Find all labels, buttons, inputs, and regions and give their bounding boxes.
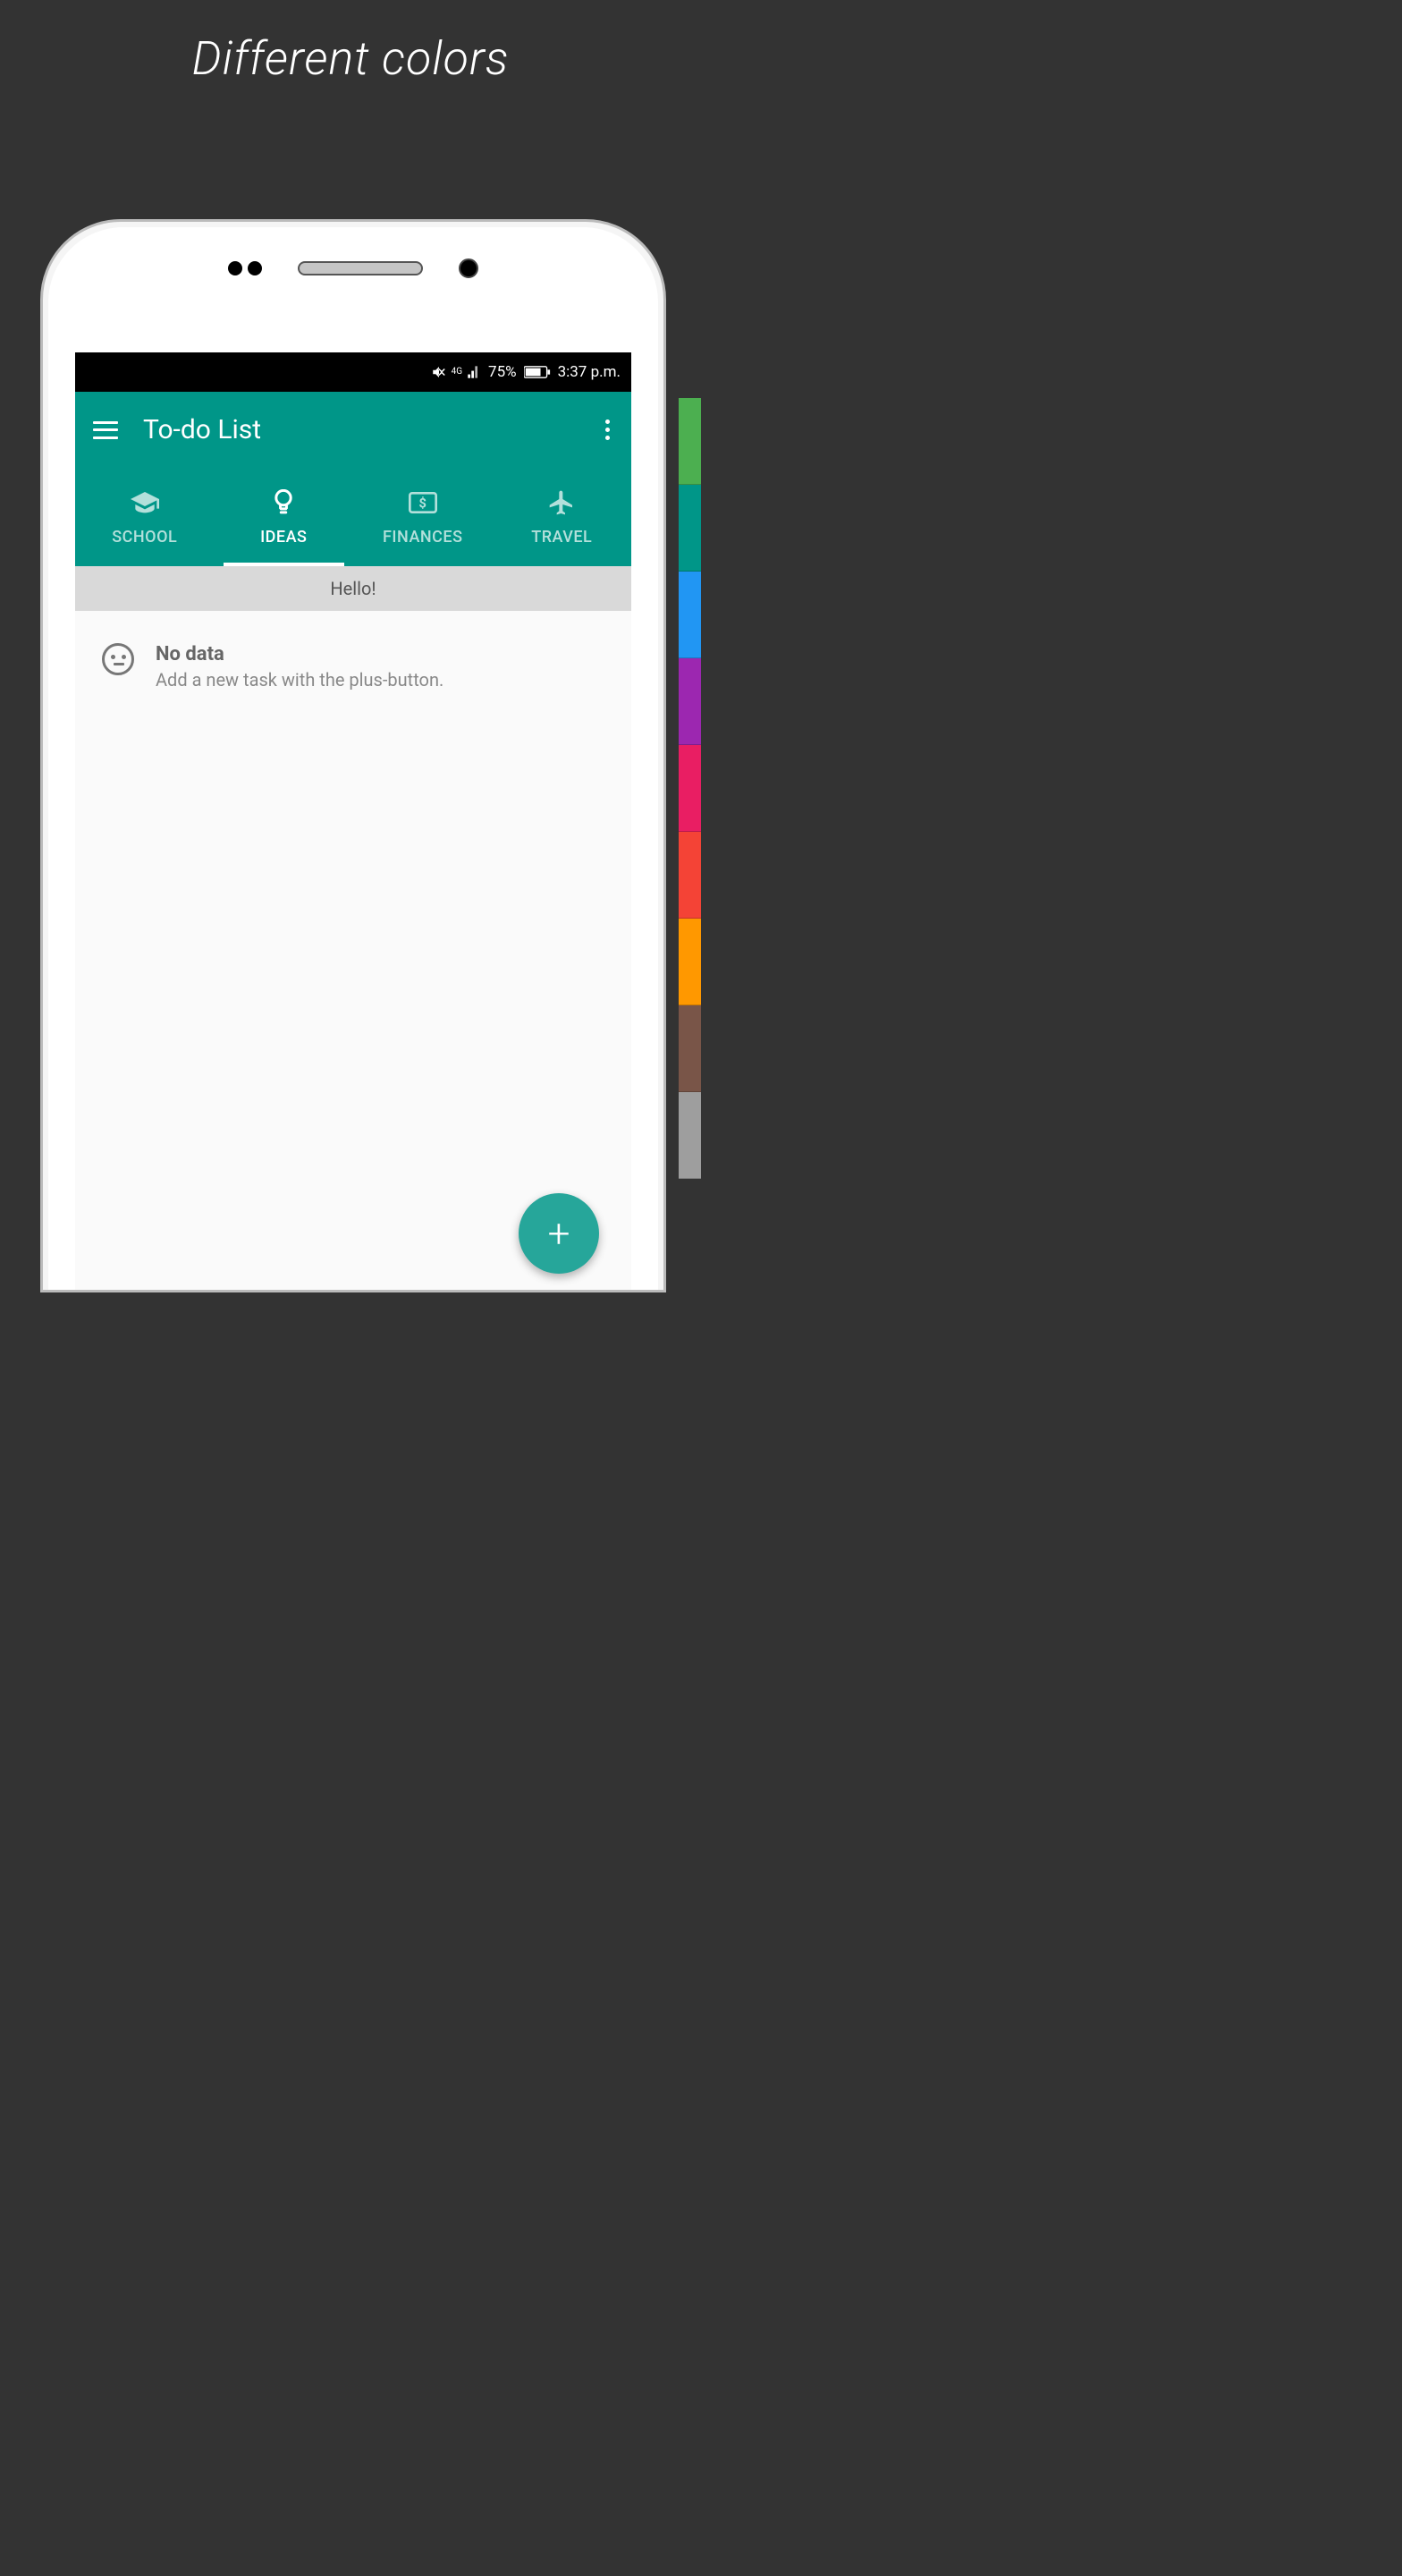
status-icons: 4G [431, 364, 481, 380]
svg-text:$: $ [418, 495, 427, 511]
mute-icon [431, 364, 447, 380]
phone-body: 4G 75% 3:37 p.m. To-do List SCHOOL [48, 227, 658, 1290]
color-swatch-brown[interactable] [679, 1005, 701, 1092]
color-swatch-pink[interactable] [679, 745, 701, 832]
color-swatch-grey[interactable] [679, 1092, 701, 1179]
airplane-icon [547, 488, 576, 517]
color-swatch-orange[interactable] [679, 919, 701, 1005]
color-swatch-green[interactable] [679, 398, 701, 485]
promo-title: Different colors [0, 31, 701, 86]
color-swatch-purple[interactable] [679, 658, 701, 745]
add-task-fab[interactable]: + [519, 1193, 599, 1274]
color-swatch-blue[interactable] [679, 572, 701, 658]
plus-icon: + [548, 1214, 570, 1253]
earpiece-speaker [298, 261, 423, 275]
empty-state-subtitle: Add a new task with the plus-button. [156, 669, 443, 691]
phone-hardware [48, 252, 658, 284]
hamburger-menu-icon[interactable] [93, 421, 118, 439]
signal-icon [467, 365, 481, 379]
color-palette-strip [679, 398, 701, 1179]
clock-time: 3:37 p.m. [558, 363, 621, 381]
empty-state-title: No data [156, 643, 443, 665]
status-bar: 4G 75% 3:37 p.m. [75, 352, 631, 392]
front-camera [459, 258, 478, 278]
money-icon: $ [409, 488, 437, 517]
tab-label: FINANCES [383, 528, 462, 547]
lightbulb-icon [269, 488, 298, 517]
battery-percent: 75% [488, 363, 517, 381]
tab-finances[interactable]: $ FINANCES [353, 468, 493, 566]
school-icon [131, 488, 159, 517]
tab-label: TRAVEL [531, 528, 592, 547]
greeting-banner: Hello! [75, 566, 631, 611]
battery-icon [524, 365, 551, 379]
phone-frame: 4G 75% 3:37 p.m. To-do List SCHOOL [40, 219, 666, 1292]
tab-ideas[interactable]: IDEAS [215, 468, 354, 566]
network-label: 4G [452, 368, 462, 377]
phone-screen: 4G 75% 3:37 p.m. To-do List SCHOOL [75, 352, 631, 1290]
content-area: No data Add a new task with the plus-but… [75, 611, 631, 723]
tab-label: IDEAS [260, 528, 307, 547]
proximity-sensors [228, 261, 262, 275]
color-swatch-red[interactable] [679, 832, 701, 919]
tab-bar: SCHOOL IDEAS $ FINANCES [75, 468, 631, 566]
tab-travel[interactable]: TRAVEL [493, 468, 632, 566]
empty-state-text: No data Add a new task with the plus-but… [156, 643, 443, 691]
neutral-face-icon [102, 643, 134, 675]
overflow-menu-icon[interactable] [602, 416, 613, 444]
tab-school[interactable]: SCHOOL [75, 468, 215, 566]
color-swatch-teal[interactable] [679, 485, 701, 572]
app-title: To-do List [143, 414, 577, 445]
app-bar: To-do List [75, 392, 631, 468]
tab-label: SCHOOL [112, 528, 177, 547]
